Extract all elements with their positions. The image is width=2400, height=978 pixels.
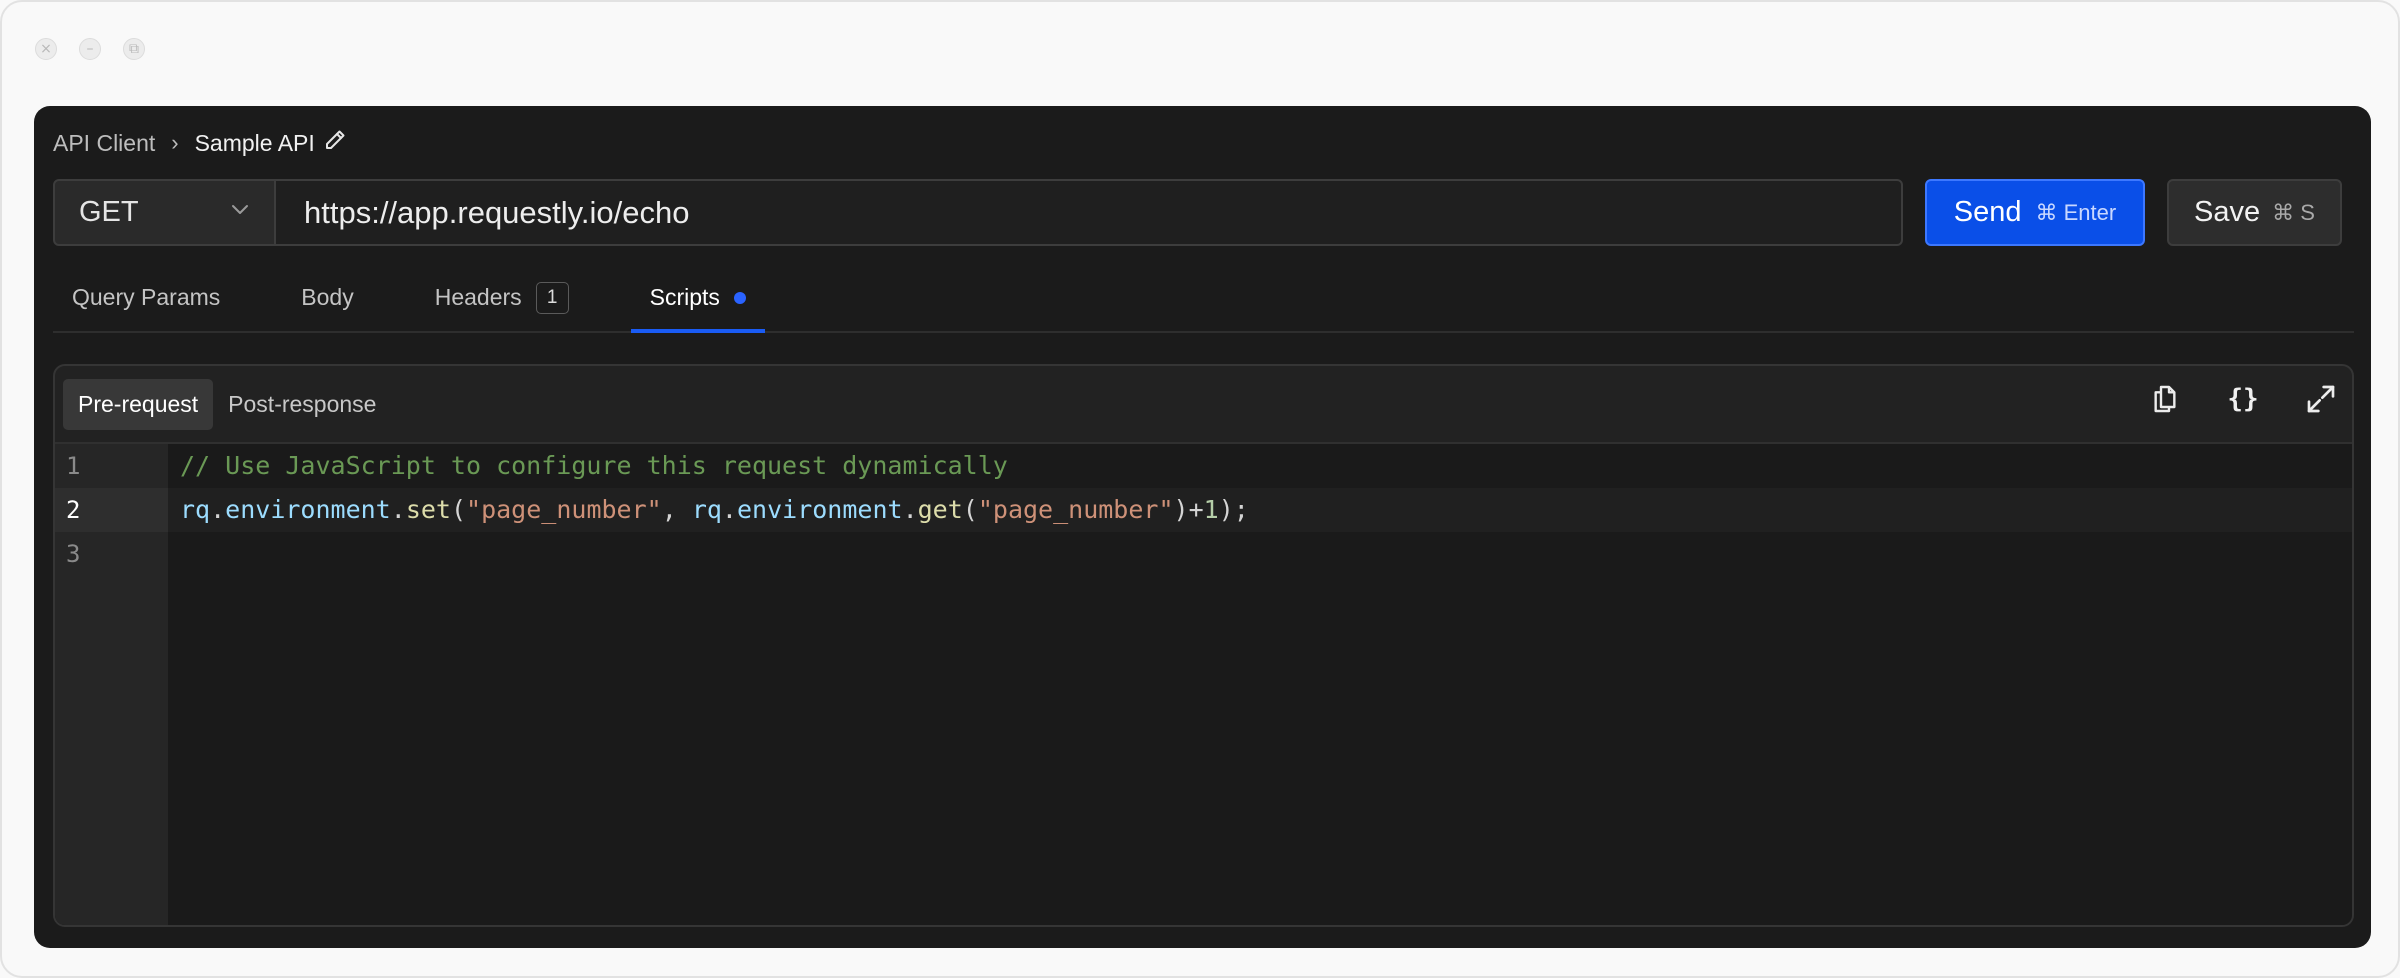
- code-token: environment: [736, 495, 903, 524]
- code-token: rq: [691, 495, 722, 524]
- code-token: ): [1173, 495, 1189, 524]
- tab-body[interactable]: Body: [282, 264, 372, 331]
- line-number-gutter: 1 2 3: [55, 444, 168, 925]
- breadcrumb-separator: ›: [171, 130, 179, 155]
- request-name: Sample API: [194, 129, 315, 156]
- code-token: .: [902, 495, 918, 524]
- send-shortcut: ⌘ Enter: [2035, 199, 2117, 225]
- code-token: .: [210, 495, 226, 524]
- save-label: Save: [2194, 196, 2261, 228]
- send-label: Send: [1953, 196, 2022, 228]
- breadcrumb: API Client › Sample API: [53, 126, 347, 160]
- copy-icon[interactable]: [2148, 382, 2182, 416]
- minimize-icon[interactable]: –: [79, 38, 101, 60]
- code-token: environment: [225, 495, 391, 524]
- code-editor[interactable]: 1 2 3 // Use JavaScript to configure thi…: [55, 442, 2352, 925]
- editor-actions: {}: [2148, 382, 2338, 416]
- tab-headers[interactable]: Headers 1: [416, 264, 588, 331]
- code-token: (: [450, 495, 467, 524]
- code-token: get: [917, 495, 963, 524]
- code-line: // Use JavaScript to configure this requ…: [168, 444, 2352, 488]
- save-shortcut: ⌘ S: [2272, 199, 2315, 225]
- edit-pencil-icon[interactable]: [323, 128, 347, 158]
- code-token: "page_number": [466, 495, 662, 524]
- api-client-panel: API Client › Sample API GET Send: [34, 106, 2371, 948]
- tab-label: Scripts: [649, 284, 720, 310]
- send-button[interactable]: Send ⌘ Enter: [1925, 179, 2145, 246]
- code-token: rq: [180, 495, 211, 524]
- tab-label: Body: [301, 284, 354, 310]
- code-token: "page_number": [977, 495, 1174, 524]
- tab-query-params[interactable]: Query Params: [53, 264, 239, 331]
- window-controls: × – ⧉: [35, 38, 145, 60]
- code-token: .: [721, 495, 737, 524]
- chevron-down-icon: [228, 196, 252, 229]
- save-button[interactable]: Save ⌘ S: [2167, 179, 2342, 246]
- subtab-pre-request[interactable]: Pre-request: [63, 378, 214, 430]
- headers-count-badge: 1: [535, 281, 569, 314]
- code-line-current: rq.environment.set("page_number", rq.env…: [168, 488, 2352, 532]
- request-bar: GET Send ⌘ Enter Save ⌘ S: [53, 179, 2354, 246]
- format-braces-icon[interactable]: {}: [2226, 382, 2260, 416]
- line-number-current: 2: [55, 488, 168, 532]
- method-value: GET: [79, 196, 139, 228]
- code-token: );: [1218, 495, 1249, 524]
- expand-icon[interactable]: [2304, 382, 2338, 416]
- code-token: ,: [661, 495, 692, 524]
- maximize-icon[interactable]: ⧉: [123, 38, 145, 60]
- subtab-post-response[interactable]: Post-response: [213, 379, 391, 430]
- code-token: +: [1188, 495, 1204, 524]
- code-token: (: [962, 495, 978, 524]
- line-number: 1: [66, 452, 81, 480]
- line-number: 3: [66, 540, 81, 568]
- tab-label: Headers: [434, 284, 522, 310]
- tab-scripts[interactable]: Scripts: [630, 264, 766, 333]
- close-icon[interactable]: ×: [35, 38, 57, 60]
- code-token: .: [390, 495, 406, 524]
- method-select[interactable]: GET: [53, 179, 276, 246]
- breadcrumb-root[interactable]: API Client: [53, 130, 155, 157]
- code-token: set: [405, 495, 451, 524]
- url-input[interactable]: [276, 179, 1903, 246]
- request-tabs: Query Params Body Headers 1 Scripts: [53, 264, 2354, 333]
- breadcrumb-current: Sample API: [195, 128, 347, 158]
- scripts-editor: Pre-request Post-response {} 1 2 3 // Us…: [53, 364, 2354, 927]
- editor-toolbar: Pre-request Post-response {}: [55, 366, 2352, 442]
- tab-label: Query Params: [72, 284, 221, 310]
- code-content[interactable]: // Use JavaScript to configure this requ…: [168, 444, 2352, 925]
- app-window: × – ⧉ API Client › Sample API GET https:…: [0, 0, 2400, 978]
- code-token: 1: [1203, 495, 1219, 524]
- scripts-indicator-dot: [733, 291, 746, 304]
- code-comment: // Use JavaScript to configure this requ…: [180, 451, 1008, 480]
